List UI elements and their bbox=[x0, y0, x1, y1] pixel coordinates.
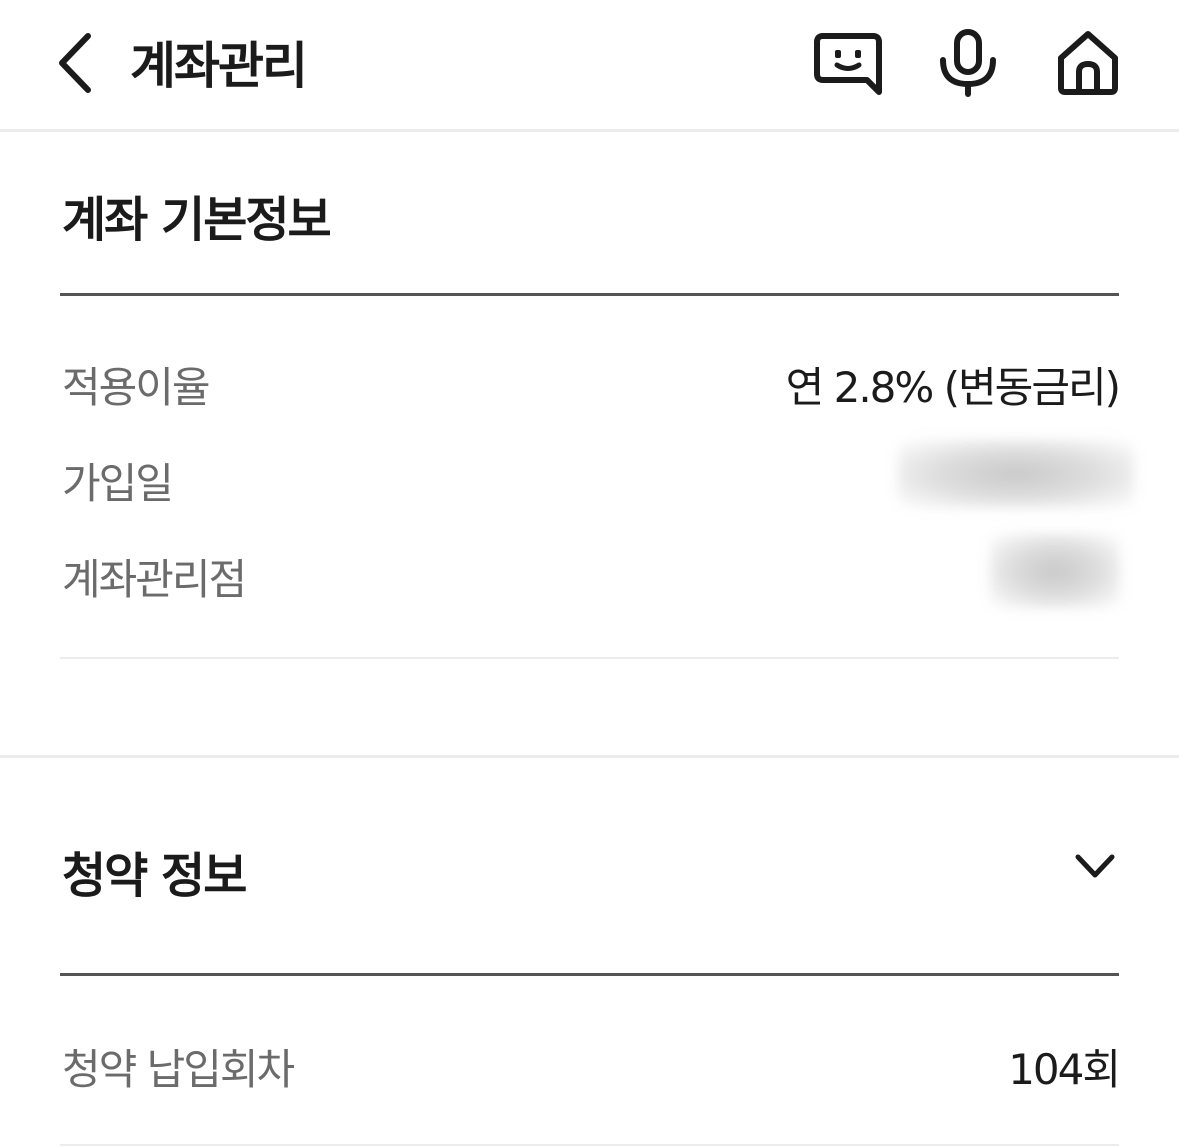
payment-count-value: 104회 bbox=[1008, 1045, 1121, 1094]
chevron-down-icon[interactable] bbox=[1070, 845, 1120, 891]
home-icon[interactable] bbox=[1053, 28, 1123, 98]
section-separator bbox=[0, 755, 1179, 758]
join-date-label: 가입일 bbox=[62, 459, 174, 508]
chatbot-icon[interactable] bbox=[813, 28, 883, 98]
interest-rate-value: 연 2.8% (변동금리) bbox=[785, 363, 1121, 412]
row-divider bbox=[60, 1144, 1119, 1146]
subscription-info-title[interactable]: 청약 정보 bbox=[62, 836, 247, 906]
branch-label: 계좌관리점 bbox=[62, 555, 247, 604]
page-title: 계좌관리 bbox=[130, 37, 308, 95]
back-arrow-icon[interactable] bbox=[50, 28, 110, 98]
interest-rate-label: 적용이율 bbox=[62, 363, 211, 412]
app-header: 계좌관리 bbox=[0, 0, 1179, 132]
section-divider bbox=[60, 973, 1119, 976]
row-divider bbox=[60, 657, 1119, 659]
payment-count-label: 청약 납입회차 bbox=[62, 1045, 295, 1094]
join-date-value-redacted bbox=[898, 440, 1134, 508]
branch-value-redacted bbox=[990, 534, 1120, 608]
mic-icon[interactable] bbox=[933, 28, 1003, 98]
basic-info-title: 계좌 기본정보 bbox=[62, 192, 332, 248]
section-divider bbox=[60, 293, 1119, 296]
